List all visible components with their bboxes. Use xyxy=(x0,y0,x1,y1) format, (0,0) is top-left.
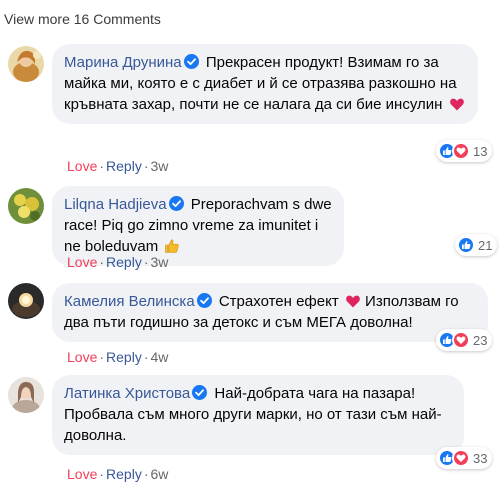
like-reaction-icon xyxy=(457,236,475,254)
reaction-summary[interactable]: 33 xyxy=(436,447,493,469)
reaction-summary[interactable]: 13 xyxy=(436,140,493,162)
reply-action[interactable]: Reply xyxy=(106,349,142,365)
reply-action[interactable]: Reply xyxy=(106,254,142,270)
love-reaction-icon xyxy=(452,331,470,349)
comment-actions: Love · Reply · 3w xyxy=(67,254,169,270)
comment-text: Страхотен ефект xyxy=(218,293,339,310)
verified-badge-icon xyxy=(168,196,184,211)
comment-timestamp[interactable]: 3w xyxy=(151,158,169,174)
love-reaction-icon xyxy=(452,142,470,160)
comment-author[interactable]: Lilqna Hadjieva xyxy=(64,196,167,213)
comment-actions: Love · Reply · 6w xyxy=(67,466,169,482)
verified-badge-icon xyxy=(192,385,208,400)
avatar[interactable] xyxy=(8,188,44,224)
comment-bubble: Латинка Христова Най-добрата чага на паз… xyxy=(52,375,464,455)
comment-actions: Love · Reply · 3w xyxy=(67,158,169,174)
love-action[interactable]: Love xyxy=(67,254,97,270)
love-action[interactable]: Love xyxy=(67,466,97,482)
view-more-comments-link[interactable]: View more 16 Comments xyxy=(4,11,161,27)
reaction-summary[interactable]: 21 xyxy=(455,234,498,256)
comment-bubble: Камелия Велинска Страхотен ефект Използв… xyxy=(52,283,488,342)
reply-action[interactable]: Reply xyxy=(106,158,142,174)
love-action[interactable]: Love xyxy=(67,158,97,174)
thumbs-up-emoji-icon xyxy=(165,239,180,253)
avatar[interactable] xyxy=(8,46,44,82)
heart-emoji-icon xyxy=(346,295,360,308)
love-action[interactable]: Love xyxy=(67,349,97,365)
comment-actions: Love · Reply · 4w xyxy=(67,349,169,365)
verified-badge-icon xyxy=(196,293,212,308)
comment-author[interactable]: Латинка Христова xyxy=(64,385,190,402)
comment-timestamp[interactable]: 6w xyxy=(151,466,169,482)
love-reaction-icon xyxy=(452,449,470,467)
reply-action[interactable]: Reply xyxy=(106,466,142,482)
comment-author[interactable]: Камелия Велинска xyxy=(64,293,195,310)
comment-author[interactable]: Марина Друнина xyxy=(64,54,182,71)
reaction-count: 13 xyxy=(473,143,488,159)
comment-timestamp[interactable]: 3w xyxy=(151,254,169,270)
comment-bubble: Марина Друнина Прекрасен продукт! Взимам… xyxy=(52,44,478,124)
reaction-count: 21 xyxy=(478,237,493,253)
reaction-count: 23 xyxy=(473,332,488,348)
reaction-count: 33 xyxy=(473,450,488,466)
avatar[interactable] xyxy=(8,377,44,413)
comment-timestamp[interactable]: 4w xyxy=(151,349,169,365)
avatar[interactable] xyxy=(8,283,44,319)
heart-emoji-icon xyxy=(449,98,464,111)
verified-badge-icon xyxy=(183,54,199,69)
reaction-summary[interactable]: 23 xyxy=(436,329,493,351)
